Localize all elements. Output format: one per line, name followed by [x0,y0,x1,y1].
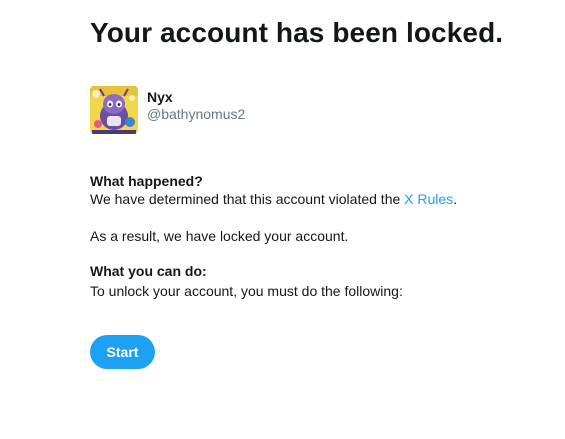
x-rules-link[interactable]: X Rules [404,191,453,207]
page-title: Your account has been locked. [90,17,504,48]
display-name: Nyx [147,89,173,105]
what-happened-text-start: We have determined that this account vio… [90,191,405,207]
what-happened-heading: What happened? [90,173,203,189]
start-button[interactable]: Start [90,335,155,369]
username-handle: @bathynomus2 [147,106,246,122]
account-profile: Nyx @bathynomus2 [90,86,245,134]
what-happened-text: We have determined that this account vio… [90,190,457,208]
avatar [90,86,138,134]
profile-text: Nyx @bathynomus2 [147,86,245,123]
result-text: As a result, we have locked your account… [90,228,349,244]
what-happened-text-end: . [453,191,458,207]
avatar-image [90,86,138,134]
what-you-can-do-heading: What you can do: [90,263,207,279]
what-you-can-do-text: To unlock your account, you must do the … [90,283,403,299]
